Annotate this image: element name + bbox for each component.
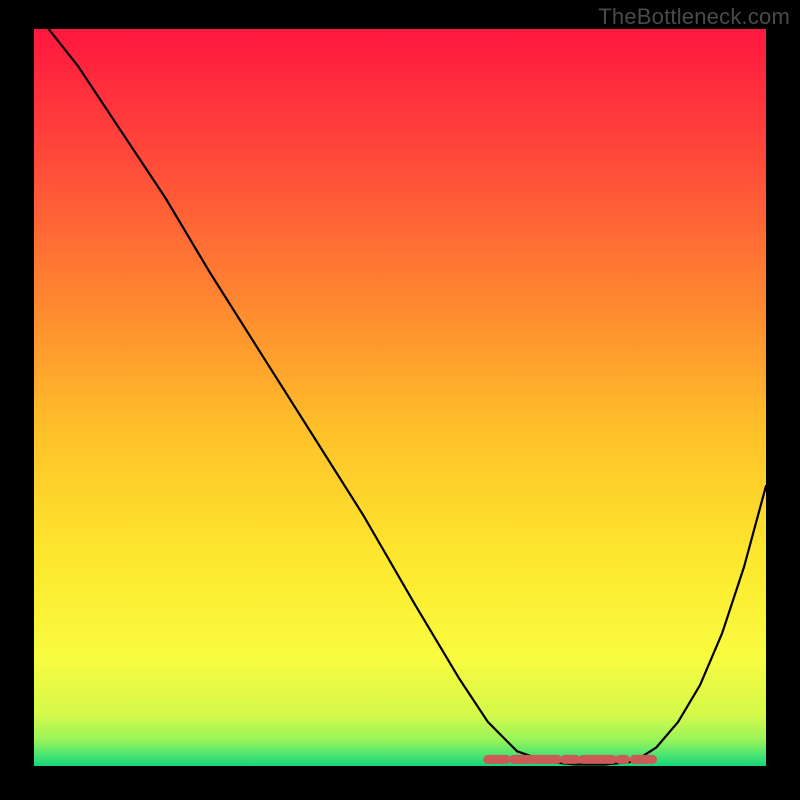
chart-stage: TheBottleneck.com <box>0 0 800 800</box>
watermark-text: TheBottleneck.com <box>598 4 790 30</box>
bottleneck-chart <box>0 0 800 800</box>
plot-background <box>34 29 766 766</box>
